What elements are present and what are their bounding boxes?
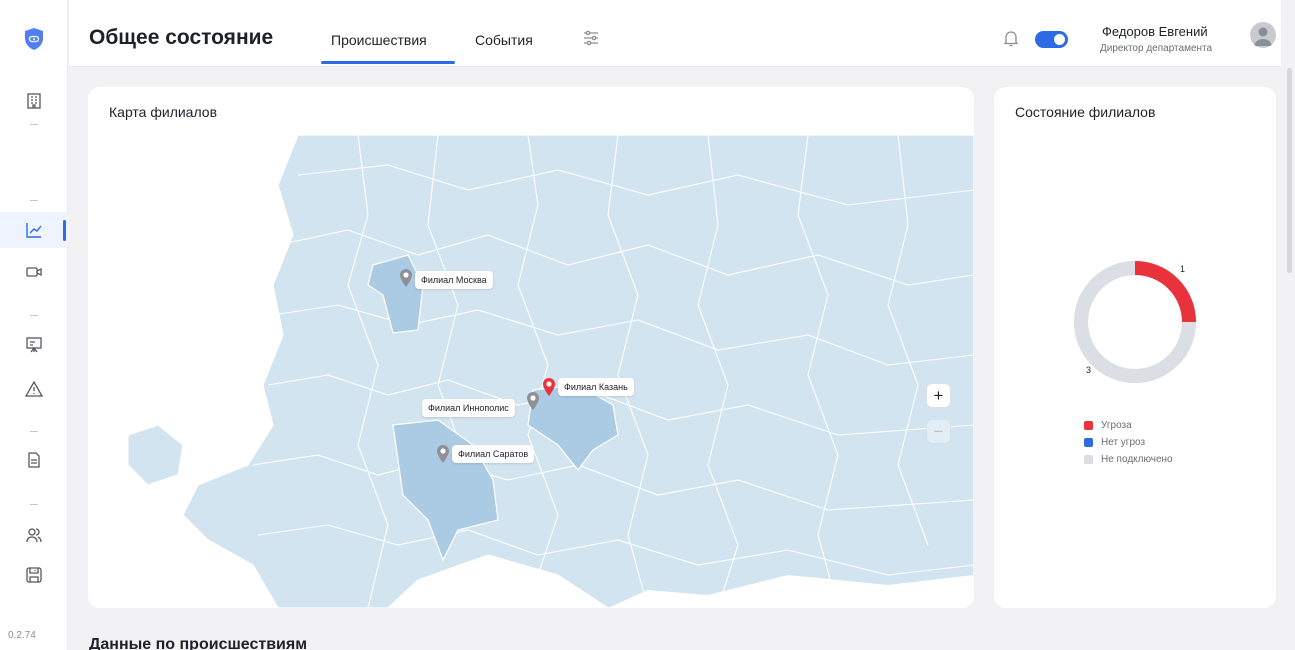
page-title: Общее состояние xyxy=(89,26,274,49)
branch-map-card: Карта филиалов Филиал Москва Филиал Каза… xyxy=(88,87,974,608)
branch-status-card: Состояние филиалов 1 3 Угроза Нет угроз … xyxy=(994,87,1276,608)
sidebar: 0.2.74 xyxy=(0,0,68,650)
branch-map[interactable]: Филиал Москва Филиал Казань Филиал Инноп… xyxy=(88,134,974,608)
branch-label-moscow[interactable]: Филиал Москва xyxy=(415,271,493,289)
user-role: Директор департамента xyxy=(1100,43,1213,54)
legend-label-threat: Угроза xyxy=(1101,420,1132,431)
zoom-out-button[interactable]: − xyxy=(926,419,951,444)
building-icon xyxy=(27,93,41,109)
sidebar-divider xyxy=(30,200,38,201)
sidebar-item-storage[interactable] xyxy=(0,557,68,593)
status-card-title: Состояние филиалов xyxy=(1015,104,1156,120)
donut-segments xyxy=(1074,261,1196,383)
sidebar-divider xyxy=(30,315,38,316)
legend-label-not-connected: Не подключено xyxy=(1101,454,1173,465)
legend-label-no-threat: Нет угроз xyxy=(1101,437,1146,448)
sidebar-divider xyxy=(30,124,38,125)
avatar[interactable] xyxy=(1250,22,1276,48)
user-name: Федоров Евгений xyxy=(1102,24,1208,39)
branch-label-kazan[interactable]: Филиал Казань xyxy=(558,378,634,396)
legend-swatch-threat xyxy=(1084,421,1093,430)
not-connected-count-label: 3 xyxy=(1086,365,1092,375)
sidebar-item-alerts[interactable] xyxy=(0,371,68,407)
users-icon xyxy=(26,528,42,543)
branch-label-saratov[interactable]: Филиал Саратов xyxy=(452,445,535,463)
sidebar-item-building[interactable] xyxy=(0,83,68,119)
status-legend: Угроза Нет угроз Не подключено xyxy=(1084,417,1173,468)
legend-item-threat[interactable]: Угроза xyxy=(1084,417,1173,434)
sidebar-item-documents[interactable] xyxy=(0,442,68,478)
header: Общее состояние Происшествия События Фед… xyxy=(69,0,1281,67)
page-scrollbar[interactable] xyxy=(1287,68,1292,273)
regions-map xyxy=(127,134,974,608)
sidebar-item-cameras[interactable] xyxy=(0,254,68,290)
sidebar-item-users[interactable] xyxy=(0,517,68,553)
filter-sliders-icon[interactable] xyxy=(582,29,600,47)
presentation-board-icon xyxy=(26,337,42,353)
sidebar-item-presentation[interactable] xyxy=(0,327,68,363)
branch-label-innopolis[interactable]: Филиал Иннополис xyxy=(422,399,515,417)
video-camera-icon xyxy=(26,267,42,277)
user-avatar-icon xyxy=(1254,27,1272,46)
bell-icon[interactable] xyxy=(1003,29,1019,47)
donut-segment-threat[interactable] xyxy=(1134,261,1196,323)
legend-swatch-no-threat xyxy=(1084,438,1093,447)
legend-swatch-not-connected xyxy=(1084,455,1093,464)
sidebar-divider xyxy=(30,504,38,505)
save-disk-icon xyxy=(26,567,42,583)
map-pin-saratov-icon[interactable] xyxy=(435,444,451,464)
incidents-section-title: Данные по происшествиям xyxy=(89,636,308,650)
tab-events[interactable]: События xyxy=(475,32,533,48)
legend-item-no-threat[interactable]: Нет угроз xyxy=(1084,434,1173,451)
map-pin-kazan-icon[interactable] xyxy=(541,377,557,397)
app-version: 0.2.74 xyxy=(8,630,36,641)
warning-triangle-icon xyxy=(25,380,43,397)
chart-line-icon xyxy=(26,223,42,238)
document-icon xyxy=(28,452,40,468)
notifications-toggle[interactable] xyxy=(1035,31,1068,48)
branch-status-donut xyxy=(1074,261,1196,383)
active-tab-indicator xyxy=(321,61,455,64)
shield-logo-icon[interactable] xyxy=(23,27,45,51)
map-pin-innopolis-icon[interactable] xyxy=(525,391,541,411)
map-card-title: Карта филиалов xyxy=(109,104,218,120)
sidebar-item-analytics[interactable] xyxy=(0,212,68,248)
threat-count-label: 1 xyxy=(1180,264,1186,274)
map-pin-moscow-icon[interactable] xyxy=(398,268,414,288)
legend-item-not-connected[interactable]: Не подключено xyxy=(1084,451,1173,468)
zoom-in-button[interactable]: + xyxy=(926,383,951,408)
sidebar-divider xyxy=(30,431,38,432)
tab-incidents[interactable]: Происшествия xyxy=(331,32,427,48)
